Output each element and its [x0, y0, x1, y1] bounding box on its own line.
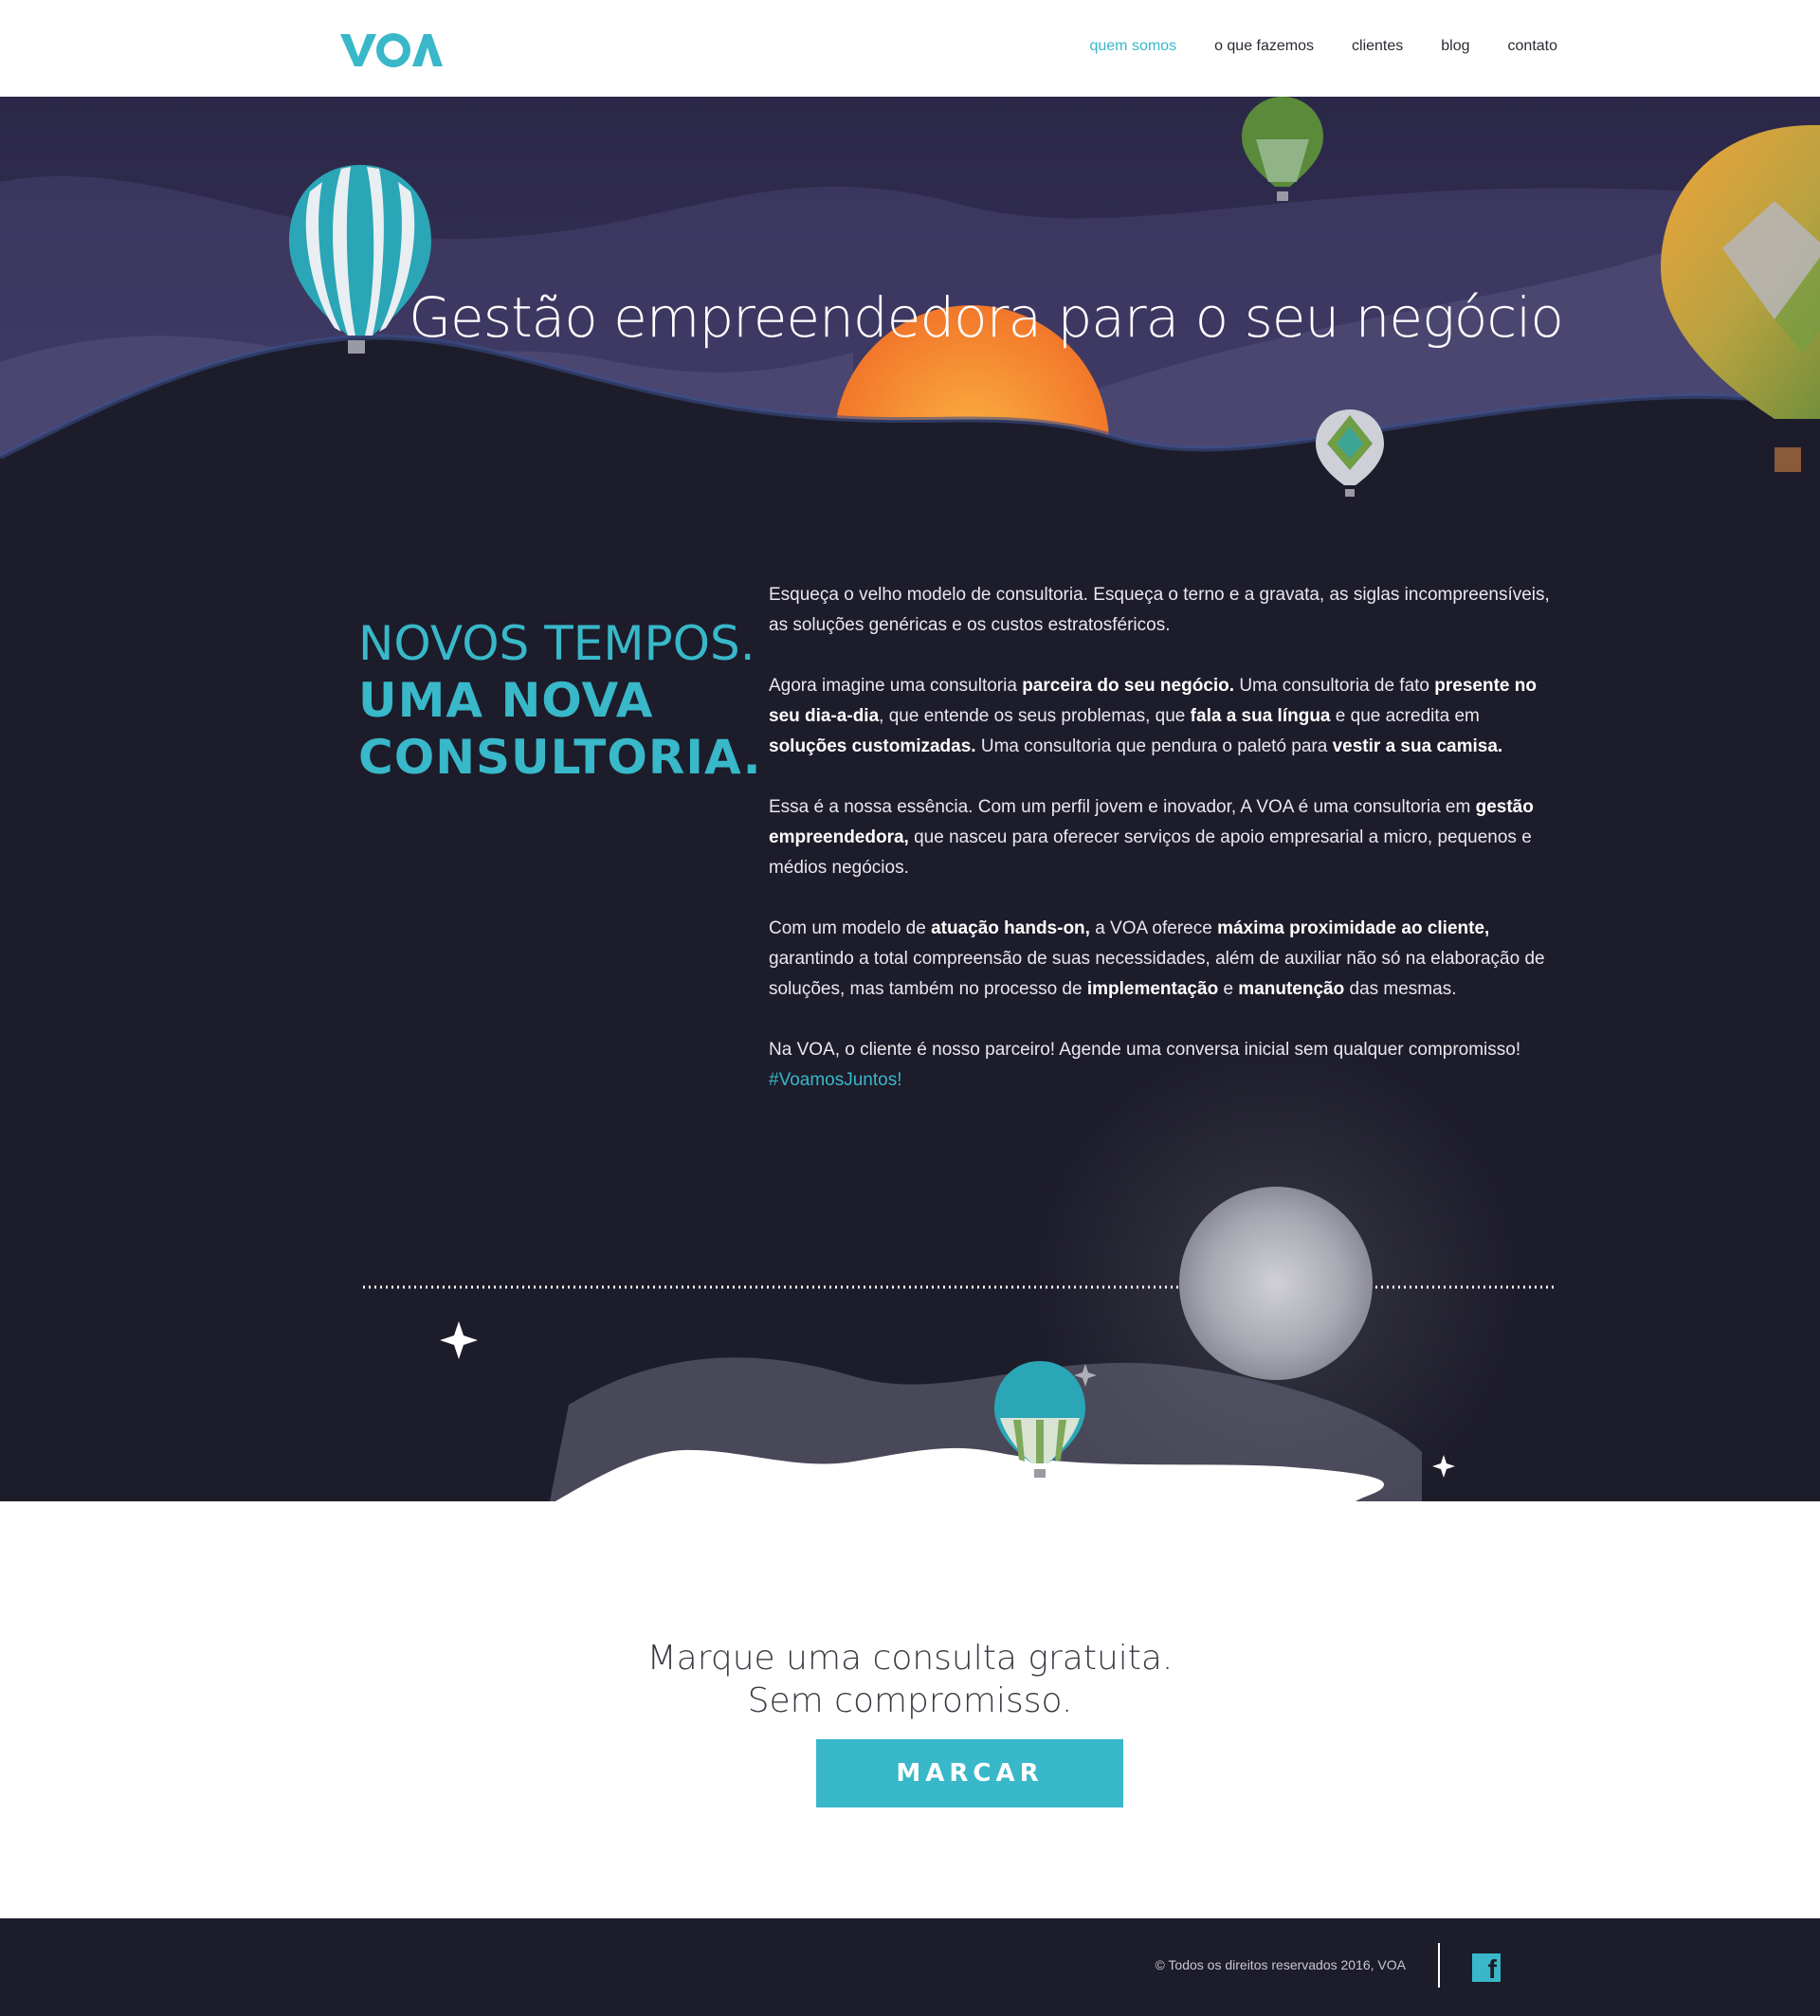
- p2-seg: Uma consultoria de fato: [1234, 676, 1435, 696]
- moon: [1179, 1187, 1373, 1380]
- p5-text: Na VOA, o cliente é nosso parceiro! Agen…: [769, 1040, 1521, 1060]
- nav-quem-somos[interactable]: quem somos: [1089, 38, 1176, 55]
- footer-divider: [1438, 1943, 1440, 1988]
- p2-seg-bold: fala a sua língua: [1190, 706, 1331, 726]
- about-paragraph-2: Agora imagine uma consultoria parceira d…: [769, 671, 1556, 762]
- p4-seg-bold: atuação hands-on,: [931, 918, 1090, 938]
- p4-seg: e: [1218, 979, 1239, 999]
- p2-seg-bold: vestir a sua camisa.: [1332, 736, 1503, 756]
- p4-seg: das mesmas.: [1344, 979, 1457, 999]
- nav-o-que-fazemos[interactable]: o que fazemos: [1214, 38, 1314, 55]
- about-paragraph-4: Com um modelo de atuação hands-on, a VOA…: [769, 914, 1556, 1005]
- cta-title: Marque uma consulta gratuita. Sem compro…: [0, 1637, 1820, 1722]
- site-footer: © Todos os direitos reservados 2016, VOA…: [0, 1918, 1820, 2016]
- cta-line2: Sem compromisso.: [747, 1680, 1073, 1720]
- site-header: quem somos o que fazemos clientes blog c…: [0, 0, 1820, 97]
- hashtag-link[interactable]: #VoamosJuntos!: [769, 1070, 901, 1090]
- about-body: Esqueça o velho modelo de consultoria. E…: [769, 580, 1556, 1126]
- about-paragraph-3: Essa é a nossa essência. Com um perfil j…: [769, 792, 1556, 883]
- voa-logo: [340, 33, 443, 67]
- facebook-icon[interactable]: f: [1472, 1953, 1501, 1984]
- p2-seg: Agora imagine uma consultoria: [769, 676, 1023, 696]
- p3-seg: Essa é a nossa essência. Com um perfil j…: [769, 797, 1476, 817]
- p2-seg-bold: soluções customizadas.: [769, 736, 976, 756]
- hero-title: Gestão empreendedora para o seu negócio: [409, 284, 1564, 350]
- cta-line1: Marque uma consulta gratuita.: [646, 1638, 1174, 1678]
- p4-seg: Com um modelo de: [769, 918, 932, 938]
- about-paragraph-1: Esqueça o velho modelo de consultoria. E…: [769, 585, 1550, 635]
- p4-seg-bold: manutenção: [1238, 979, 1345, 999]
- p2-seg: e que acredita em: [1330, 706, 1480, 726]
- p4-seg-bold: máxima proximidade ao cliente,: [1217, 918, 1490, 938]
- hero-section: Gestão empreendedora para o seu negócio …: [0, 97, 1820, 1501]
- main-nav: quem somos o que fazemos clientes blog c…: [1089, 38, 1557, 55]
- p4-seg-bold: implementação: [1086, 979, 1219, 999]
- copyright-text: © Todos os direitos reservados 2016, VOA: [1155, 1957, 1406, 1972]
- about-heading: NOVOS TEMPOS. UMA NOVA CONSULTORIA.: [358, 615, 762, 786]
- about-heading-line3: CONSULTORIA.: [358, 729, 762, 785]
- about-heading-line1: NOVOS TEMPOS.: [358, 615, 755, 671]
- nav-contato[interactable]: contato: [1508, 38, 1557, 55]
- p2-seg: , que entende os seus problemas, que: [879, 706, 1191, 726]
- nav-clientes[interactable]: clientes: [1352, 38, 1403, 55]
- p2-seg-bold: parceira do seu negócio.: [1022, 676, 1235, 696]
- p2-seg: Uma consultoria que pendura o paletó par…: [975, 736, 1333, 756]
- facebook-glyph: f: [1487, 1954, 1497, 1984]
- nav-blog[interactable]: blog: [1441, 38, 1469, 55]
- marcar-button[interactable]: MARCAR: [816, 1739, 1123, 1807]
- p4-seg: a VOA oferece: [1089, 918, 1218, 938]
- about-heading-line2: UMA NOVA: [358, 672, 654, 728]
- about-paragraph-5: Na VOA, o cliente é nosso parceiro! Agen…: [769, 1035, 1556, 1096]
